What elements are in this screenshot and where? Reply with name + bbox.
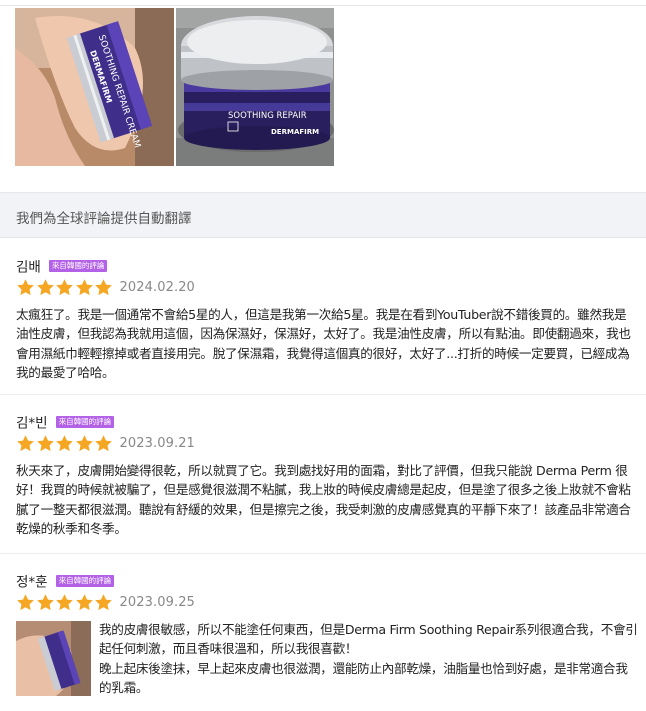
star-icon [56,278,73,295]
product-jar-on-table-photo: SOOTHING REPAIR DERMAFIRM [176,8,334,166]
review-text-line: 我的皮膚很敏感，所以不能塗任何東西，但是Derma Firm Soothing … [99,622,638,657]
star-icon [17,278,34,295]
review-thumbnail[interactable] [16,621,91,696]
star-icon [75,593,93,610]
reviewer-row: 정*훈 來自韓國的評論 [16,570,115,591]
review-text-line: 晚上起床後塗抹，早上起來皮膚也很滋潤，還能防止內部乾燥，油脂量也恰到好處，是非常… [99,660,628,696]
star-icon [36,434,54,451]
review-photo-2[interactable]: SOOTHING REPAIR DERMAFIRM [176,8,334,166]
reviewer-name: 김배 [16,259,41,276]
star-icon [17,434,34,451]
star-icon [95,434,112,451]
rating-row: 2024.02.20 [16,277,195,297]
product-in-hand-photo: SOOTHING REPAIR CREAM DERMAFIRM [15,8,174,166]
review-product-thumbnail [16,621,91,696]
svg-text:DERMAFIRM: DERMAFIRM [271,128,319,136]
star-icon [36,593,54,610]
review-text: 太瘋狂了。我是一個通常不會給5星的人，但這是我第一次給5星。我是在看到YouTu… [16,307,631,381]
reviewer-row: 김*빈 來自韓國的評論 [16,411,115,432]
reviewer-name: 김*빈 [16,415,48,432]
star-icon [56,434,73,451]
review-text: 秋天來了，皮膚開始變得很乾，所以就買了它。我到處找好用的面霜，對比了評價，但我只… [16,463,631,537]
rating-row: 2023.09.21 [16,433,195,453]
origin-badge: 來自韓國的評論 [48,259,108,272]
star-icon [36,278,54,295]
auto-translation-text: 我們為全球評論提供自動翻譯 [16,211,192,227]
review-divider [0,553,646,554]
star-icon [56,593,73,610]
review-photo-1[interactable]: SOOTHING REPAIR CREAM DERMAFIRM [15,8,174,166]
star-icon [75,278,93,295]
star-icon [75,434,93,451]
star-icon [17,593,34,610]
review-date: 2024.02.20 [119,279,195,295]
reviewer-row: 김배 來自韓國的評論 [16,255,108,276]
photo-2-lettering: SOOTHING REPAIR [228,111,307,121]
rating-row: 2023.09.25 [16,592,195,612]
reviewer-name: 정*훈 [16,574,48,591]
review-text: 我的皮膚很敏感，所以不能塗任何東西，但是Derma Firm Soothing … [99,620,639,698]
review-divider [0,394,646,395]
origin-badge: 來自韓國的評論 [55,415,115,428]
review-date: 2023.09.25 [119,594,195,610]
top-divider [0,5,646,6]
auto-translation-banner: 我們為全球評論提供自動翻譯 [0,192,646,238]
review-date: 2023.09.21 [119,435,195,451]
star-icon [95,593,112,610]
origin-badge: 來自韓國的評論 [55,574,115,587]
star-icon [95,278,112,295]
